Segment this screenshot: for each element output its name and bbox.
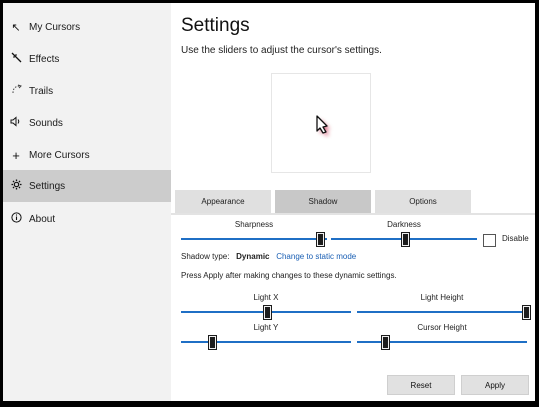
apply-button[interactable]: Apply [461, 375, 529, 395]
tab-shadow[interactable]: Shadow [275, 190, 371, 213]
slider-track [181, 341, 351, 343]
darkness-slider[interactable] [331, 233, 477, 246]
slider-track [357, 311, 527, 313]
apply-note: Press Apply after making changes to thes… [181, 271, 397, 280]
slider-track [181, 238, 327, 240]
darkness-label: Darkness [387, 220, 421, 229]
sharpness-slider[interactable] [181, 233, 327, 246]
cursor-height-slider[interactable] [357, 336, 527, 349]
sidebar-item-label: Sounds [29, 117, 63, 129]
tab-options[interactable]: Options [375, 190, 471, 213]
sidebar-item-about[interactable]: About [3, 203, 171, 235]
sidebar-item-effects[interactable]: Effects [3, 43, 171, 75]
app-window: ↖ My Cursors Effects Trails Sounds + Mor… [3, 3, 535, 401]
settings-panel: Settings Use the sliders to adjust the c… [171, 3, 535, 401]
sidebar-item-label: Trails [29, 85, 54, 97]
speaker-icon [9, 116, 23, 130]
disable-label: Disable [502, 234, 529, 243]
slider-thumb[interactable] [402, 233, 409, 246]
page-subtitle: Use the sliders to adjust the cursor's s… [181, 45, 382, 56]
shadow-type-label: Shadow type: [181, 252, 230, 261]
sidebar-item-more-cursors[interactable]: + More Cursors [3, 139, 171, 171]
page-title: Settings [181, 15, 250, 36]
light-height-label: Light Height [420, 293, 464, 302]
trails-icon [9, 84, 23, 98]
cursor-preview [271, 73, 371, 173]
sidebar-item-sounds[interactable]: Sounds [3, 107, 171, 139]
sidebar-item-settings[interactable]: Settings [3, 170, 171, 202]
slider-thumb[interactable] [264, 306, 271, 319]
sidebar-item-label: More Cursors [29, 149, 90, 161]
effects-wand-icon [9, 52, 23, 66]
light-height-slider[interactable] [357, 306, 530, 319]
sidebar-item-label: About [29, 213, 56, 225]
reset-button[interactable]: Reset [387, 375, 455, 395]
sidebar-item-label: Settings [29, 180, 66, 192]
sharpness-label: Sharpness [234, 220, 274, 229]
slider-thumb[interactable] [209, 336, 217, 349]
cursor-height-label: Cursor Height [417, 323, 467, 332]
sidebar-item-label: My Cursors [29, 21, 81, 33]
slider-thumb[interactable] [317, 233, 325, 246]
tab-underline [171, 213, 535, 215]
light-x-label: Light X [253, 293, 279, 302]
sidebar: ↖ My Cursors Effects Trails Sounds + Mor… [3, 3, 171, 401]
shadow-type-row: Shadow type: Dynamic Change to static mo… [181, 252, 356, 261]
shadow-type-value: Dynamic [236, 252, 270, 261]
slider-thumb[interactable] [523, 306, 530, 319]
disable-checkbox[interactable] [483, 234, 496, 247]
light-y-label: Light Y [253, 323, 279, 332]
light-x-slider[interactable] [181, 306, 351, 319]
sidebar-item-trails[interactable]: Trails [3, 75, 171, 107]
gear-icon [9, 179, 23, 193]
slider-thumb[interactable] [381, 336, 389, 349]
plus-icon: + [12, 147, 20, 163]
arrow-cursor-icon: ↖ [11, 21, 21, 34]
cursor-preview-icon [316, 115, 330, 136]
change-mode-link[interactable]: Change to static mode [276, 252, 356, 261]
info-icon [9, 212, 23, 226]
tab-appearance[interactable]: Appearance [175, 190, 271, 213]
sidebar-item-label: Effects [29, 53, 60, 65]
sidebar-item-my-cursors[interactable]: ↖ My Cursors [3, 11, 171, 43]
light-y-slider[interactable] [181, 336, 351, 349]
